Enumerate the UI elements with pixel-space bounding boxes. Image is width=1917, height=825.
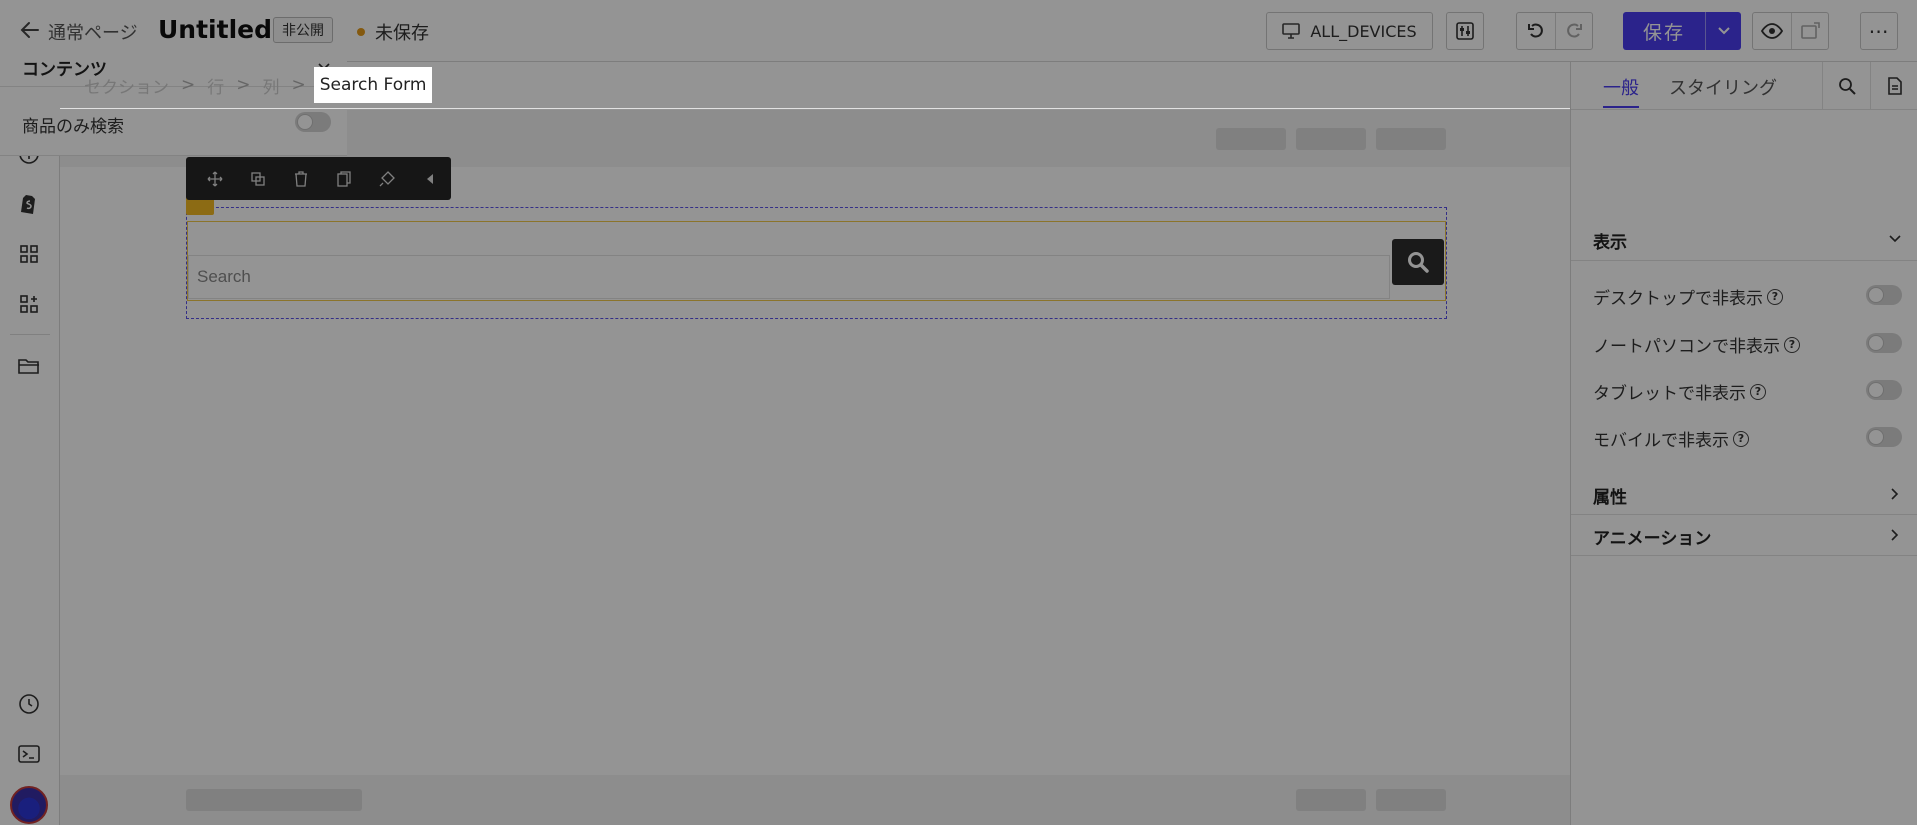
- footer-placeholder-section: [60, 775, 1570, 825]
- unsaved-dot: [357, 28, 365, 36]
- publish-icon: [1800, 22, 1820, 39]
- desktop-icon: [1282, 23, 1301, 39]
- chevron-right-icon: [1891, 488, 1899, 500]
- help-icon[interactable]: ?: [1784, 336, 1800, 353]
- chevron-down-icon: [1717, 27, 1730, 35]
- hide-desktop-toggle[interactable]: [1866, 285, 1902, 305]
- hide-laptop-toggle[interactable]: [1866, 333, 1902, 353]
- undo-redo-group: [1516, 12, 1593, 50]
- breadcrumb-item-column[interactable]: 列: [259, 73, 284, 98]
- placeholder-nav: [1216, 128, 1286, 150]
- hide-mobile-toggle[interactable]: [1866, 427, 1902, 447]
- apps-icon[interactable]: [17, 292, 41, 316]
- redo-icon: [1566, 23, 1582, 38]
- search-icon: [1408, 252, 1429, 273]
- help-icon[interactable]: ?: [1733, 430, 1749, 447]
- chevron-right-icon: >: [181, 75, 196, 95]
- device-label: ALL_DEVICES: [1310, 21, 1417, 41]
- hide-tablet-toggle[interactable]: [1866, 380, 1902, 400]
- help-icon[interactable]: ?: [1750, 383, 1766, 400]
- delete-icon[interactable]: [280, 157, 323, 200]
- more-options-button[interactable]: ⋯: [1860, 12, 1898, 50]
- attributes-section[interactable]: 属性: [1571, 474, 1917, 515]
- visibility-badge[interactable]: 非公開: [273, 17, 333, 43]
- placeholder-footer: [1296, 789, 1366, 811]
- placeholder-footer: [1376, 789, 1446, 811]
- document-icon[interactable]: [1870, 62, 1917, 110]
- terminal-icon[interactable]: [17, 742, 41, 766]
- panel-search-icon[interactable]: [1822, 62, 1870, 110]
- redo-button[interactable]: [1554, 13, 1593, 49]
- left-sidebar: [0, 62, 60, 825]
- save-button-group: 保存: [1623, 12, 1741, 50]
- grid-icon[interactable]: [17, 242, 41, 266]
- animation-section-title: アニメーション: [1593, 529, 1712, 549]
- attributes-section-title: 属性: [1593, 488, 1627, 508]
- display-section-title[interactable]: 表示: [1593, 228, 1627, 253]
- style-icon[interactable]: [365, 157, 408, 200]
- save-status: 未保存: [375, 23, 429, 44]
- placeholder-footer: [186, 789, 362, 811]
- hide-mobile-label: モバイルで非表示?: [1593, 426, 1749, 451]
- save-button[interactable]: 保存: [1623, 12, 1705, 50]
- page-type-label: 通常ページ: [48, 23, 138, 44]
- tab-general[interactable]: 一般: [1603, 74, 1639, 108]
- undo-icon: [1527, 23, 1543, 38]
- search-form-element[interactable]: Search: [178, 195, 1460, 327]
- section-divider: [1571, 260, 1917, 261]
- folder-icon[interactable]: [17, 354, 41, 378]
- duplicate-icon[interactable]: [237, 157, 280, 200]
- breadcrumb-item-section[interactable]: セクション: [80, 73, 173, 98]
- copy-icon[interactable]: [322, 157, 365, 200]
- chevron-right-icon: [1891, 529, 1899, 541]
- history-icon[interactable]: [17, 692, 41, 716]
- breadcrumb-item-row[interactable]: 行: [203, 73, 228, 98]
- help-icon[interactable]: ?: [1767, 288, 1783, 305]
- undo-button[interactable]: [1517, 13, 1555, 49]
- breadcrumb: セクション > 行 > 列 > Search Form: [60, 62, 1570, 109]
- page-title[interactable]: Untitled: [158, 15, 272, 44]
- avatar[interactable]: [10, 786, 48, 824]
- hide-tablet-label: タブレットで非表示?: [1593, 379, 1766, 404]
- animation-section[interactable]: アニメーション: [1571, 515, 1917, 556]
- chevron-down-icon[interactable]: [1888, 232, 1902, 246]
- tab-styling[interactable]: スタイリング: [1669, 74, 1777, 100]
- element-toolbar: [186, 157, 451, 200]
- save-dropdown-button[interactable]: [1705, 12, 1741, 50]
- sliders-icon: [1456, 22, 1474, 40]
- collapse-icon[interactable]: [408, 157, 451, 200]
- breadcrumb-current[interactable]: Search Form: [313, 67, 433, 103]
- products-only-label: 商品のみ検索: [22, 117, 124, 137]
- search-input[interactable]: Search: [188, 255, 1390, 299]
- compare-button[interactable]: [1446, 12, 1484, 50]
- shopify-icon[interactable]: [17, 192, 41, 216]
- products-only-toggle[interactable]: [295, 112, 331, 132]
- hide-desktop-label: デスクトップで非表示?: [1593, 284, 1783, 309]
- move-icon[interactable]: [194, 157, 237, 200]
- preview-group: [1752, 12, 1829, 50]
- panel-tabs: 一般 スタイリング: [1571, 62, 1917, 110]
- publish-button[interactable]: [1790, 13, 1829, 49]
- hide-laptop-label: ノートパソコンで非表示?: [1593, 332, 1800, 357]
- search-submit-button[interactable]: [1392, 239, 1444, 285]
- properties-panel: 一般 スタイリング コンテンツ 商品のみ検索 表示 デスクトップで非表示? ノー…: [0, 48, 1917, 825]
- preview-button[interactable]: [1753, 13, 1791, 49]
- chevron-right-icon: >: [236, 75, 251, 95]
- eye-icon: [1760, 23, 1783, 39]
- placeholder-nav: [1376, 128, 1446, 150]
- back-arrow-icon[interactable]: [18, 18, 44, 44]
- placeholder-nav: [1296, 128, 1366, 150]
- device-selector-button[interactable]: ALL_DEVICES: [1266, 12, 1433, 50]
- sidebar-divider: [10, 334, 50, 335]
- chevron-right-icon: >: [291, 75, 306, 95]
